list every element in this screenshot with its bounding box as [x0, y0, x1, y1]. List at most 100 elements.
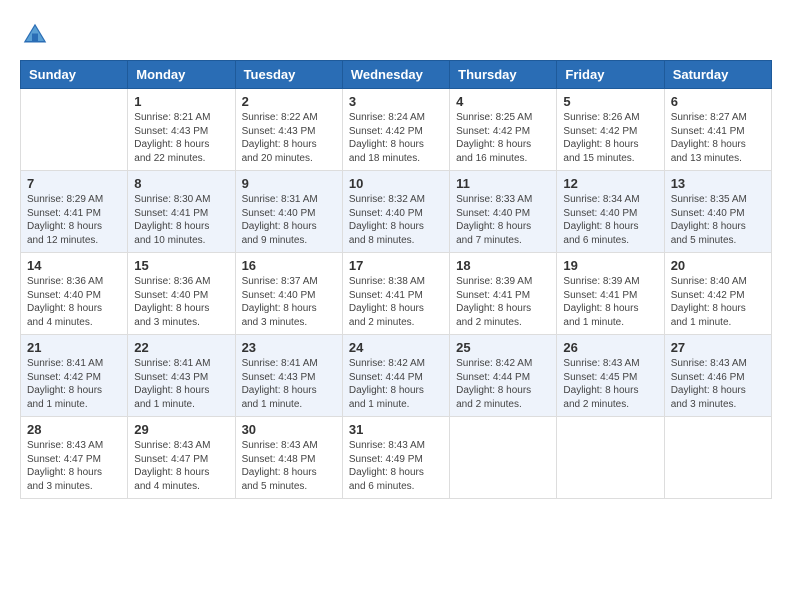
cell-content: Sunrise: 8:24 AMSunset: 4:42 PMDaylight:… [349, 111, 443, 165]
day-number: 24 [349, 340, 443, 355]
cell-content: Sunrise: 8:43 AMSunset: 4:47 PMDaylight:… [134, 439, 228, 493]
calendar-cell [557, 417, 664, 499]
day-number: 5 [563, 94, 657, 109]
calendar-cell: 31Sunrise: 8:43 AMSunset: 4:49 PMDayligh… [342, 417, 449, 499]
cell-content: Sunrise: 8:39 AMSunset: 4:41 PMDaylight:… [456, 275, 550, 329]
calendar-cell: 8Sunrise: 8:30 AMSunset: 4:41 PMDaylight… [128, 171, 235, 253]
day-number: 15 [134, 258, 228, 273]
calendar-cell [21, 89, 128, 171]
cell-content: Sunrise: 8:22 AMSunset: 4:43 PMDaylight:… [242, 111, 336, 165]
cell-content: Sunrise: 8:43 AMSunset: 4:46 PMDaylight:… [671, 357, 765, 411]
day-number: 16 [242, 258, 336, 273]
calendar-cell: 23 Sunrise: 8:41 AMSunset: 4:43 PMDayligh… [235, 335, 342, 417]
cell-content: Sunrise: 8:43 AMSunset: 4:48 PMDaylight:… [242, 439, 336, 493]
calendar-cell [450, 417, 557, 499]
day-number: 9 [242, 176, 336, 191]
header-wednesday: Wednesday [342, 61, 449, 89]
day-number: 27 [671, 340, 765, 355]
day-number: 1 [134, 94, 228, 109]
cell-content: Sunrise: 8:41 AMSunset: 4:42 PMDaylight:… [27, 357, 121, 411]
calendar-week-3: 14 Sunrise: 8:36 AMSunset: 4:40 PMDayligh… [21, 253, 772, 335]
cell-content: Sunrise: 8:43 AMSunset: 4:45 PMDaylight:… [563, 357, 657, 411]
cell-content: Sunrise: 8:42 AMSunset: 4:44 PMDaylight:… [456, 357, 550, 411]
calendar-cell: 19Sunrise: 8:39 AMSunset: 4:41 PMDayligh… [557, 253, 664, 335]
day-number: 21 [27, 340, 121, 355]
calendar-cell: 4Sunrise: 8:25 AMSunset: 4:42 PMDaylight… [450, 89, 557, 171]
calendar-cell: 22 Sunrise: 8:41 AMSunset: 4:43 PMDayligh… [128, 335, 235, 417]
logo [20, 20, 56, 50]
day-number: 23 [242, 340, 336, 355]
calendar-cell: 27 Sunrise: 8:43 AMSunset: 4:46 PMDayligh… [664, 335, 771, 417]
cell-content: Sunrise: 8:36 AMSunset: 4:40 PMDaylight:… [134, 275, 228, 329]
calendar-cell: 26 Sunrise: 8:43 AMSunset: 4:45 PMDayligh… [557, 335, 664, 417]
calendar-cell: 20 Sunrise: 8:40 AMSunset: 4:42 PMDayligh… [664, 253, 771, 335]
calendar-cell: 6 Sunrise: 8:27 AMSunset: 4:41 PMDaylight… [664, 89, 771, 171]
day-number: 22 [134, 340, 228, 355]
cell-content: Sunrise: 8:35 AMSunset: 4:40 PMDaylight:… [671, 193, 765, 247]
cell-content: Sunrise: 8:41 AMSunset: 4:43 PMDaylight:… [134, 357, 228, 411]
day-number: 31 [349, 422, 443, 437]
cell-content: Sunrise: 8:27 AMSunset: 4:41 PMDaylight:… [671, 111, 765, 165]
cell-content: Sunrise: 8:29 AMSunset: 4:41 PMDaylight:… [27, 193, 121, 247]
calendar-week-4: 21 Sunrise: 8:41 AMSunset: 4:42 PMDayligh… [21, 335, 772, 417]
calendar-cell: 30Sunrise: 8:43 AMSunset: 4:48 PMDayligh… [235, 417, 342, 499]
cell-content: Sunrise: 8:41 AMSunset: 4:43 PMDaylight:… [242, 357, 336, 411]
header-monday: Monday [128, 61, 235, 89]
calendar-cell: 7 Sunrise: 8:29 AMSunset: 4:41 PMDaylight… [21, 171, 128, 253]
header-sunday: Sunday [21, 61, 128, 89]
cell-content: Sunrise: 8:33 AMSunset: 4:40 PMDaylight:… [456, 193, 550, 247]
calendar-cell: 10 Sunrise: 8:32 AMSunset: 4:40 PMDayligh… [342, 171, 449, 253]
calendar-cell: 11 Sunrise: 8:33 AMSunset: 4:40 PMDayligh… [450, 171, 557, 253]
cell-content: Sunrise: 8:36 AMSunset: 4:40 PMDaylight:… [27, 275, 121, 329]
day-number: 3 [349, 94, 443, 109]
day-number: 2 [242, 94, 336, 109]
calendar-cell: 2 Sunrise: 8:22 AMSunset: 4:43 PMDaylight… [235, 89, 342, 171]
day-number: 11 [456, 176, 550, 191]
day-number: 28 [27, 422, 121, 437]
calendar-cell: 5 Sunrise: 8:26 AMSunset: 4:42 PMDaylight… [557, 89, 664, 171]
header-friday: Friday [557, 61, 664, 89]
day-number: 7 [27, 176, 121, 191]
logo-icon [20, 20, 50, 50]
cell-content: Sunrise: 8:32 AMSunset: 4:40 PMDaylight:… [349, 193, 443, 247]
day-number: 19 [563, 258, 657, 273]
cell-content: Sunrise: 8:40 AMSunset: 4:42 PMDaylight:… [671, 275, 765, 329]
calendar-cell [664, 417, 771, 499]
calendar-header-row: SundayMondayTuesdayWednesdayThursdayFrid… [21, 61, 772, 89]
cell-content: Sunrise: 8:38 AMSunset: 4:41 PMDaylight:… [349, 275, 443, 329]
calendar-table: SundayMondayTuesdayWednesdayThursdayFrid… [20, 60, 772, 499]
calendar-cell: 16 Sunrise: 8:37 AMSunset: 4:40 PMDayligh… [235, 253, 342, 335]
day-number: 12 [563, 176, 657, 191]
cell-content: Sunrise: 8:37 AMSunset: 4:40 PMDaylight:… [242, 275, 336, 329]
calendar-cell: 24 Sunrise: 8:42 AMSunset: 4:44 PMDayligh… [342, 335, 449, 417]
cell-content: Sunrise: 8:21 AMSunset: 4:43 PMDaylight:… [134, 111, 228, 165]
cell-content: Sunrise: 8:42 AMSunset: 4:44 PMDaylight:… [349, 357, 443, 411]
day-number: 20 [671, 258, 765, 273]
day-number: 18 [456, 258, 550, 273]
calendar-cell: 29 Sunrise: 8:43 AMSunset: 4:47 PMDayligh… [128, 417, 235, 499]
day-number: 4 [456, 94, 550, 109]
calendar-cell: 25 Sunrise: 8:42 AMSunset: 4:44 PMDayligh… [450, 335, 557, 417]
day-number: 25 [456, 340, 550, 355]
cell-content: Sunrise: 8:31 AMSunset: 4:40 PMDaylight:… [242, 193, 336, 247]
day-number: 17 [349, 258, 443, 273]
day-number: 13 [671, 176, 765, 191]
cell-content: Sunrise: 8:43 AMSunset: 4:47 PMDaylight:… [27, 439, 121, 493]
calendar-cell: 1 Sunrise: 8:21 AMSunset: 4:43 PMDaylight… [128, 89, 235, 171]
day-number: 26 [563, 340, 657, 355]
calendar-week-1: 1 Sunrise: 8:21 AMSunset: 4:43 PMDaylight… [21, 89, 772, 171]
day-number: 10 [349, 176, 443, 191]
header-thursday: Thursday [450, 61, 557, 89]
calendar-cell: 18 Sunrise: 8:39 AMSunset: 4:41 PMDayligh… [450, 253, 557, 335]
calendar-cell: 17 Sunrise: 8:38 AMSunset: 4:41 PMDayligh… [342, 253, 449, 335]
cell-content: Sunrise: 8:30 AMSunset: 4:41 PMDaylight:… [134, 193, 228, 247]
calendar-cell: 3 Sunrise: 8:24 AMSunset: 4:42 PMDaylight… [342, 89, 449, 171]
cell-content: Sunrise: 8:34 AMSunset: 4:40 PMDaylight:… [563, 193, 657, 247]
calendar-week-5: 28 Sunrise: 8:43 AMSunset: 4:47 PMDayligh… [21, 417, 772, 499]
calendar-cell: 14 Sunrise: 8:36 AMSunset: 4:40 PMDayligh… [21, 253, 128, 335]
calendar-cell: 15 Sunrise: 8:36 AMSunset: 4:40 PMDayligh… [128, 253, 235, 335]
cell-content: Sunrise: 8:26 AMSunset: 4:42 PMDaylight:… [563, 111, 657, 165]
day-number: 6 [671, 94, 765, 109]
day-number: 29 [134, 422, 228, 437]
day-number: 14 [27, 258, 121, 273]
